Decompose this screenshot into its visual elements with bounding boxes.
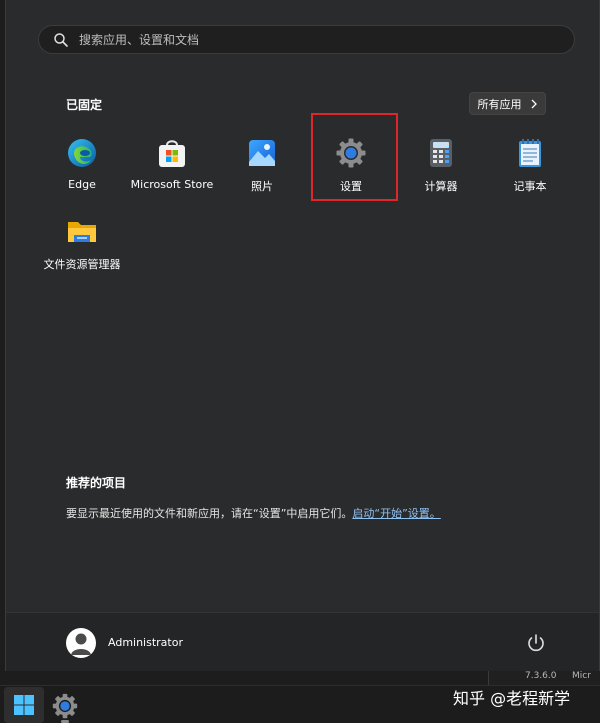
search-icon [54, 32, 68, 47]
pinned-app-file-explorer[interactable]: 文件资源管理器 [37, 195, 127, 275]
store-icon [159, 140, 185, 167]
app-label: 计算器 [424, 180, 458, 193]
pinned-app-calculator[interactable]: 计算器 [396, 117, 486, 197]
recommended-message: 要显示最近使用的文件和新应用，请在“设置”中启用它们。启动“开始”设置。 [66, 505, 441, 521]
pinned-app-microsoft-store[interactable]: Microsoft Store [127, 117, 217, 197]
user-avatar-icon [71, 633, 91, 655]
pinned-app-edge[interactable]: Edge [37, 117, 127, 197]
pinned-app-photos[interactable]: 照片 [217, 117, 307, 197]
background-version-text: 7.3.6.0 [525, 671, 557, 681]
power-icon[interactable] [524, 631, 548, 655]
start-button[interactable] [4, 687, 44, 723]
photos-icon [249, 140, 275, 166]
windows-logo-icon [14, 695, 34, 715]
start-menu: 已固定 所有应用 Edge [5, 0, 600, 671]
selected-highlight [311, 113, 398, 201]
user-bar: Administrator [6, 612, 599, 671]
edge-icon [68, 139, 96, 167]
taskbar-settings-icon[interactable] [50, 691, 80, 721]
user-name[interactable]: Administrator [108, 636, 183, 649]
app-label: 文件资源管理器 [43, 258, 121, 271]
watermark-text: 知乎 @老程新学 [453, 689, 571, 708]
folder-icon [68, 222, 96, 242]
search-input[interactable] [79, 32, 574, 47]
chevron-right-icon [531, 99, 537, 108]
background-partial-text: Micr [572, 671, 591, 681]
pinned-section-title: 已固定 [66, 98, 103, 112]
all-apps-label: 所有应用 [477, 97, 522, 111]
app-label: Edge [68, 178, 96, 191]
app-label: 记事本 [513, 180, 547, 193]
all-apps-button[interactable]: 所有应用 [469, 92, 546, 115]
avatar[interactable] [66, 628, 96, 658]
pinned-app-notepad[interactable]: 记事本 [485, 117, 575, 197]
app-label: 照片 [251, 180, 273, 193]
recommended-text: 要显示最近使用的文件和新应用，请在“设置”中启用它们。 [66, 507, 353, 520]
notepad-icon [519, 139, 541, 167]
app-label: Microsoft Store [130, 178, 214, 191]
recommended-section-title: 推荐的项目 [66, 476, 127, 490]
start-settings-link[interactable]: 启动“开始”设置。 [352, 507, 440, 520]
search-box[interactable] [38, 25, 575, 54]
calculator-icon [430, 139, 452, 167]
